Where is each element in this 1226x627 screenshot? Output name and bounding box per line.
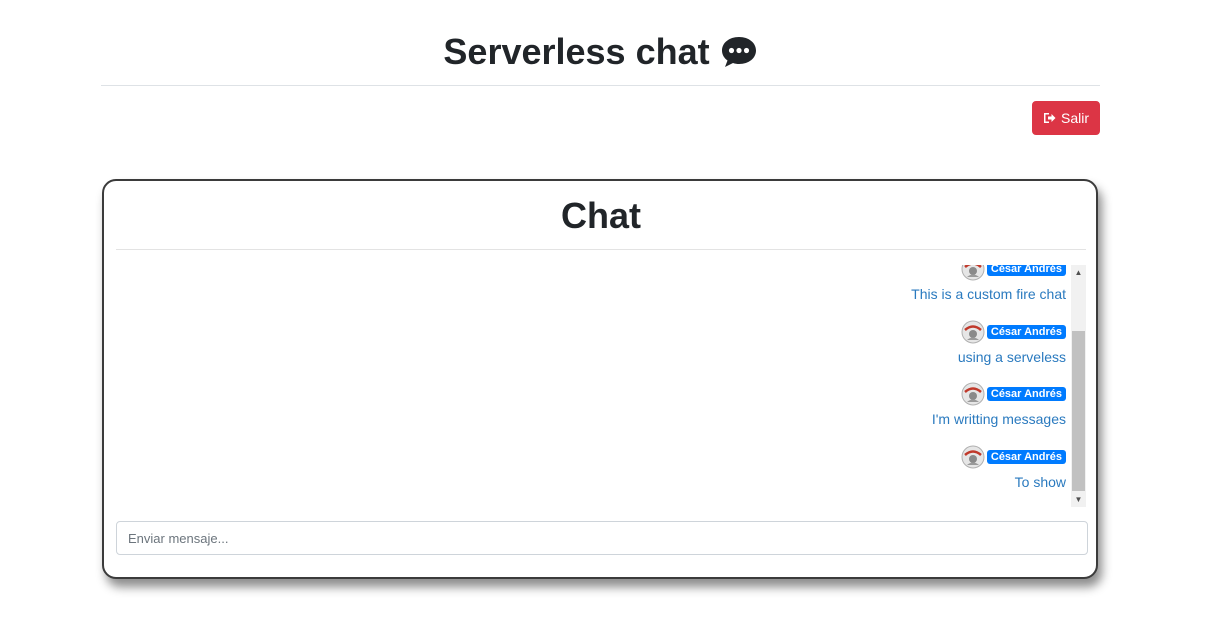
scroll-down-icon[interactable]: ▼ <box>1071 492 1086 507</box>
message-text: using a serveless <box>957 348 1066 365</box>
author-badge: César Andrés <box>986 449 1066 464</box>
page-header: Serverless chat <box>101 0 1100 86</box>
scroll-thumb[interactable] <box>1072 331 1085 491</box>
chat-message: César Andrés I'm writting messages <box>666 382 1066 445</box>
chat-message: César Andrés using a serveless <box>666 320 1066 383</box>
scrollbar[interactable]: ▲ ▼ <box>1071 265 1086 507</box>
speech-bubble-icon <box>721 37 756 67</box>
author-badge: César Andrés <box>986 324 1066 339</box>
chat-card: Chat César Andrés This is a custom fire … <box>102 179 1098 579</box>
scroll-up-icon[interactable]: ▲ <box>1071 265 1086 280</box>
avatar <box>961 320 985 343</box>
avatar <box>961 265 985 281</box>
message-list[interactable]: César Andrés This is a custom fire chat … <box>116 265 1086 507</box>
message-text: This is a custom fire chat <box>911 286 1066 302</box>
logout-button[interactable]: Salir <box>1032 101 1100 135</box>
author-badge: César Andrés <box>986 265 1066 276</box>
sign-out-icon <box>1043 113 1056 123</box>
page-title-text: Serverless chat <box>443 31 710 72</box>
message-input[interactable] <box>116 521 1088 555</box>
author-badge: César Andrés <box>986 387 1066 401</box>
chat-title: Chat <box>116 181 1086 250</box>
message-text: To show <box>1014 473 1066 490</box>
chat-message: César Andrés This is a custom fire chat <box>666 265 1066 320</box>
avatar <box>961 445 985 468</box>
logout-label: Salir <box>1060 110 1089 126</box>
message-text: I'm writting messages <box>931 411 1066 427</box>
chat-message: César Andrés To show <box>666 445 1066 508</box>
avatar <box>961 382 985 406</box>
page-title: Serverless chat <box>443 0 757 74</box>
